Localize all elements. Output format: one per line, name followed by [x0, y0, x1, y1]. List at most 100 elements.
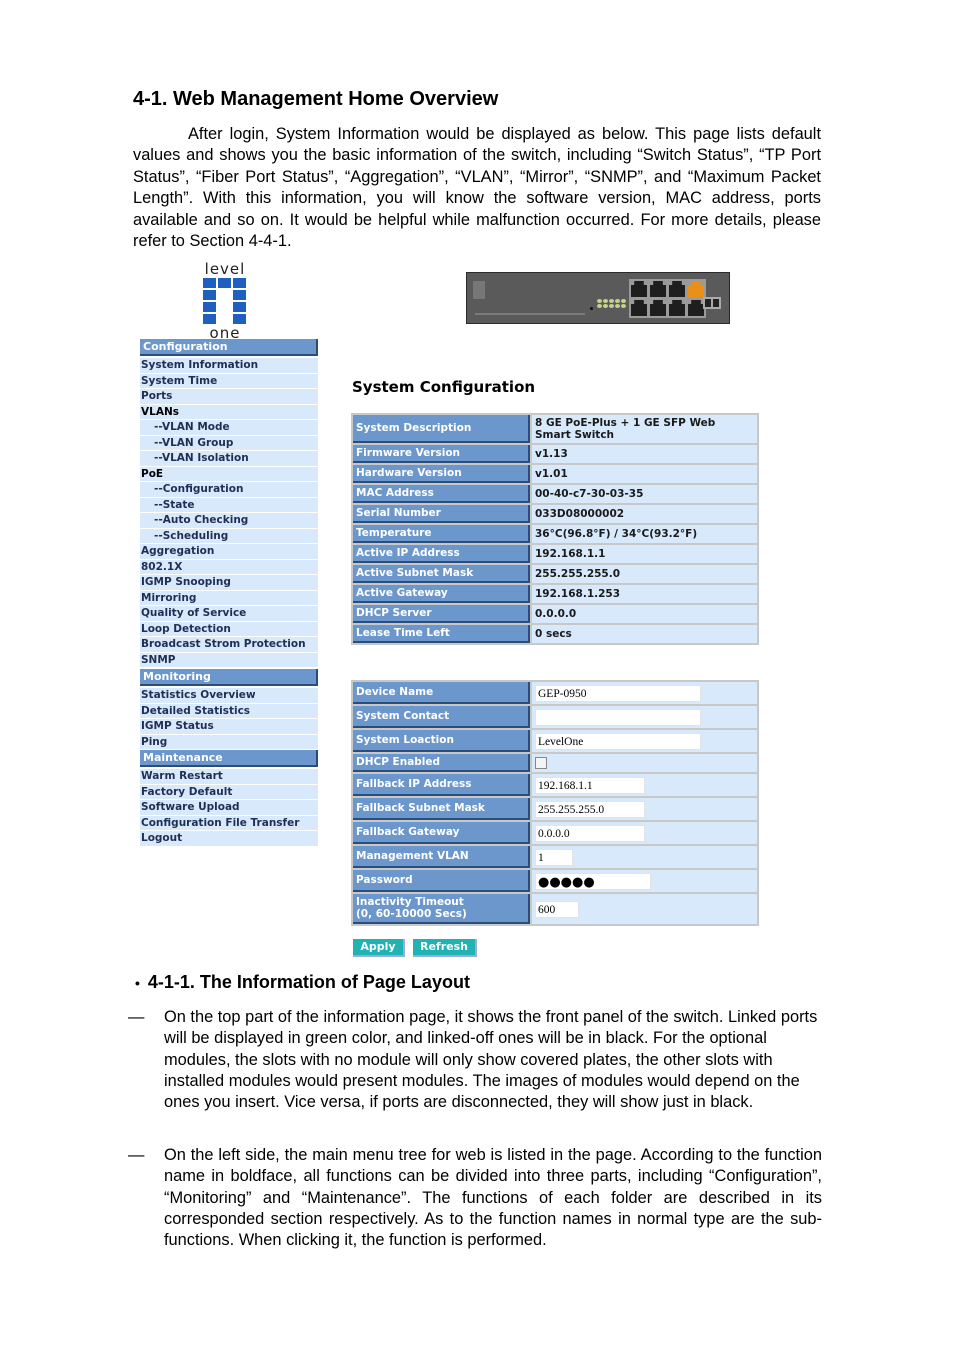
port-linked-icon[interactable]	[688, 281, 704, 297]
info-value: 8 GE PoE-Plus + 1 GE SFP Web Smart Switc…	[532, 415, 757, 443]
port-icon[interactable]	[669, 281, 685, 297]
status-leds	[597, 299, 626, 308]
sidebar-item-scheduling[interactable]: --Scheduling	[140, 528, 318, 544]
sidebar-item-mirroring[interactable]: Mirroring	[140, 590, 318, 606]
info-label: Active IP Address	[353, 545, 530, 563]
info-row: System Description 8 GE PoE-Plus + 1 GE S…	[353, 415, 757, 443]
switch-logo-icon	[473, 281, 485, 299]
info-row: Active Subnet Mask 255.255.255.0	[353, 565, 757, 583]
port-icon[interactable]	[669, 300, 685, 316]
logo-bottom-text: one	[209, 324, 241, 342]
sidebar-item-configuration-file-transfer[interactable]: Configuration File Transfer	[140, 815, 318, 831]
info-row: Active IP Address 192.168.1.1	[353, 545, 757, 563]
switch-model-label	[475, 313, 585, 315]
info-row: Active Gateway 192.168.1.253	[353, 585, 757, 603]
system-contact-input[interactable]	[535, 708, 701, 726]
sidebar-item-igmp-snooping[interactable]: IGMP Snooping	[140, 575, 318, 591]
password-input[interactable]: ●●●●●	[535, 872, 651, 890]
info-label: Active Gateway	[353, 585, 530, 603]
form-row-fallback-mask: Fallback Subnet Mask 255.255.255.0	[353, 798, 757, 820]
intro-text: After login, System Information would be…	[133, 125, 821, 251]
device-name-input[interactable]: GEP-0950	[535, 684, 701, 702]
info-label: DHCP Server	[353, 605, 530, 623]
sidebar-item-igmp-status[interactable]: IGMP Status	[140, 719, 318, 735]
intro-paragraph: After login, System Information would be…	[133, 124, 821, 252]
sidebar-item-state[interactable]: --State	[140, 497, 318, 513]
port-icon[interactable]	[650, 281, 666, 297]
sidebar-item-system-information[interactable]: System Information	[140, 358, 318, 374]
info-label: Serial Number	[353, 505, 530, 523]
sidebar-item-configuration[interactable]: --Configuration	[140, 482, 318, 498]
sfp-port-icon[interactable]	[703, 297, 721, 309]
info-row: Hardware Version v1.01	[353, 465, 757, 483]
info-row: Firmware Version v1.13	[353, 445, 757, 463]
subsection-title: • 4-1-1. The Information of Page Layout	[135, 972, 470, 993]
logo-top-text: level	[204, 260, 246, 278]
sidebar-item-detailed-statistics[interactable]: Detailed Statistics	[140, 703, 318, 719]
info-value: 36°C(96.8°F) / 34°C(93.2°F)	[532, 525, 757, 543]
sidebar-item-loop-detection[interactable]: Loop Detection	[140, 621, 318, 637]
sidebar-item-quality-of-service[interactable]: Quality of Service	[140, 606, 318, 622]
sidebar-item-broadcast-strom-protection[interactable]: Broadcast Strom Protection	[140, 637, 318, 653]
inactivity-timeout-input[interactable]: 600	[535, 900, 579, 918]
sidebar-item-ports[interactable]: Ports	[140, 389, 318, 405]
info-label: Hardware Version	[353, 465, 530, 483]
fallback-subnet-mask-input[interactable]: 255.255.255.0	[535, 800, 645, 818]
sidebar-item-aggregation[interactable]: Aggregation	[140, 544, 318, 560]
info-row: Temperature 36°C(96.8°F) / 34°C(93.2°F)	[353, 525, 757, 543]
dhcp-enabled-checkbox[interactable]	[535, 757, 547, 769]
info-row: MAC Address 00-40-c7-30-03-35	[353, 485, 757, 503]
sidebar-item-vlan-isolation[interactable]: --VLAN Isolation	[140, 451, 318, 467]
dash-icon: —	[128, 1008, 145, 1026]
sidebar-item-poe[interactable]: PoE	[140, 466, 318, 482]
sidebar-section-maintenance[interactable]: Maintenance	[140, 750, 318, 767]
bullet-item: — On the left side, the main menu tree f…	[128, 1145, 822, 1251]
refresh-button[interactable]: Refresh	[413, 939, 477, 957]
sidebar-item-vlan-mode[interactable]: --VLAN Mode	[140, 420, 318, 436]
bullet-item: — On the top part of the information pag…	[128, 1007, 828, 1113]
sidebar-item-ping[interactable]: Ping	[140, 734, 318, 750]
info-value: v1.01	[532, 465, 757, 483]
sidebar-item-warm-restart[interactable]: Warm Restart	[140, 769, 318, 785]
info-label: Firmware Version	[353, 445, 530, 463]
fallback-gateway-input[interactable]: 0.0.0.0	[535, 824, 645, 842]
rj45-ports	[629, 279, 706, 318]
sidebar-item-802-1x[interactable]: 802.1X	[140, 559, 318, 575]
field-label: System Loaction	[353, 730, 530, 752]
field-label: DHCP Enabled	[353, 754, 530, 772]
field-label: Fallback IP Address	[353, 774, 530, 796]
sidebar-item-vlan-group[interactable]: --VLAN Group	[140, 435, 318, 451]
field-label: System Contact	[353, 706, 530, 728]
reset-button-icon	[590, 307, 593, 310]
bullet-text: On the left side, the main menu tree for…	[164, 1146, 822, 1250]
info-label: Temperature	[353, 525, 530, 543]
info-label: Lease Time Left	[353, 625, 530, 643]
sidebar-item-statistics-overview[interactable]: Statistics Overview	[140, 688, 318, 704]
form-row-password: Password ●●●●●	[353, 870, 757, 892]
fallback-ip-input[interactable]: 192.168.1.1	[535, 776, 645, 794]
info-value: 192.168.1.253	[532, 585, 757, 603]
sidebar-section-configuration[interactable]: Configuration	[140, 339, 318, 356]
sidebar-item-logout[interactable]: Logout	[140, 831, 318, 847]
info-row: Lease Time Left 0 secs	[353, 625, 757, 643]
port-icon[interactable]	[631, 300, 647, 316]
port-icon[interactable]	[650, 300, 666, 316]
sidebar-item-system-time[interactable]: System Time	[140, 373, 318, 389]
sidebar-item-vlans[interactable]: VLANs	[140, 404, 318, 420]
system-info-table: System Description 8 GE PoE-Plus + 1 GE S…	[351, 413, 759, 645]
port-icon[interactable]	[688, 300, 704, 316]
sidebar-menu: Configuration System Information System Ti…	[140, 339, 318, 847]
sidebar-item-snmp[interactable]: SNMP	[140, 652, 318, 668]
form-row-system-contact: System Contact	[353, 706, 757, 728]
info-label: System Description	[353, 415, 530, 443]
port-icon[interactable]	[631, 281, 647, 297]
sidebar-item-auto-checking[interactable]: --Auto Checking	[140, 513, 318, 529]
management-vlan-input[interactable]: 1	[535, 848, 573, 866]
apply-button[interactable]: Apply	[353, 939, 405, 957]
sidebar-section-monitoring[interactable]: Monitoring	[140, 669, 318, 686]
info-value: v1.13	[532, 445, 757, 463]
sidebar-item-software-upload[interactable]: Software Upload	[140, 800, 318, 816]
field-label: Fallback Gateway	[353, 822, 530, 844]
sidebar-item-factory-default[interactable]: Factory Default	[140, 784, 318, 800]
system-location-input[interactable]: LevelOne	[535, 732, 701, 750]
